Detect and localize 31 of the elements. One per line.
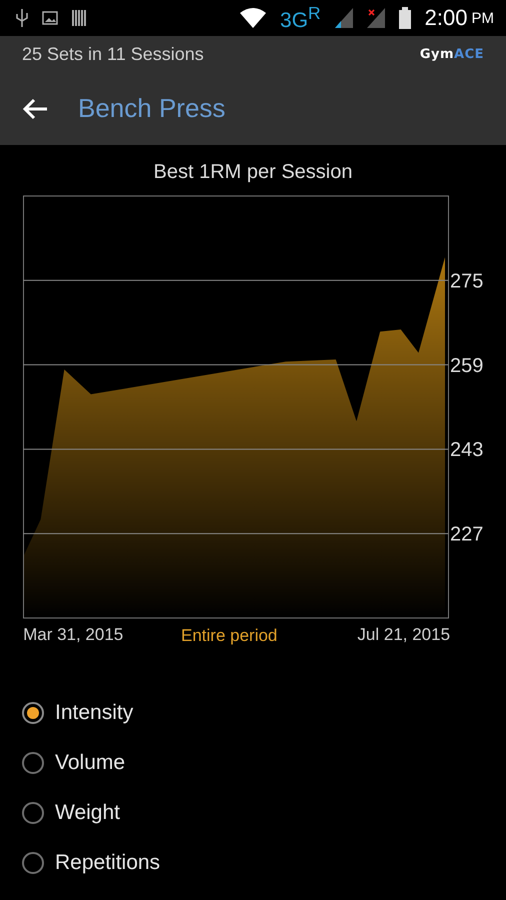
radio-label: Repetitions	[55, 851, 160, 875]
back-arrow-icon	[22, 98, 48, 120]
no-signal-icon	[366, 8, 385, 28]
back-button[interactable]	[22, 98, 48, 120]
radio-label: Volume	[55, 751, 126, 775]
period-selector[interactable]: Entire period	[181, 626, 278, 646]
radio-button[interactable]	[22, 702, 44, 724]
y-tick-label: 259	[450, 354, 484, 377]
radio-label: Weight	[55, 801, 120, 825]
radio-label: Intensity	[55, 701, 134, 725]
y-tick-label: 275	[450, 270, 484, 292]
x-tick-label: Jul 21, 2015	[357, 625, 450, 644]
radio-button[interactable]	[22, 752, 44, 774]
clock-time: 2:00	[424, 5, 468, 31]
exercise-title: Bench Press	[78, 93, 226, 124]
clock-period: PM	[472, 10, 494, 26]
radio-button[interactable]	[22, 852, 44, 874]
wifi-icon	[240, 8, 266, 28]
chart-title: Best 1RM per Session	[152, 161, 354, 184]
x-tick-label: Mar 31, 2015	[23, 625, 124, 644]
signal-icon	[334, 8, 353, 28]
logo-text: Gym	[420, 46, 454, 62]
network-type: 3G$^{R}$	[280, 3, 321, 33]
logo-text: ACE	[454, 46, 484, 62]
y-tick-label: 243	[450, 439, 484, 462]
image-icon	[42, 11, 58, 25]
radio-button[interactable]	[22, 802, 44, 824]
sets-summary: 25 Sets in 11 Sessions	[22, 44, 204, 64]
y-tick-label: 227	[450, 524, 484, 546]
usb-icon	[16, 9, 28, 27]
battery-icon	[398, 7, 411, 29]
